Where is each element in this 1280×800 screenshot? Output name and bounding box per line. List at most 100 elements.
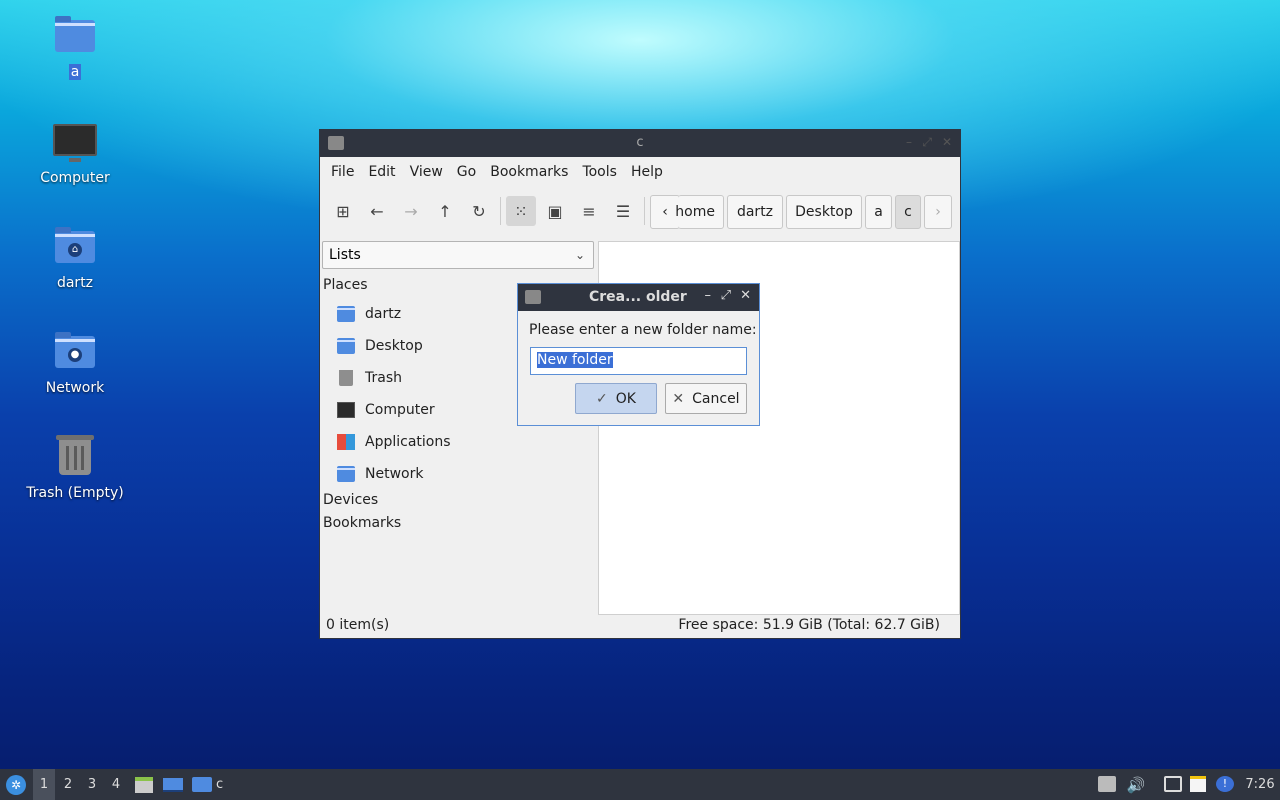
desktop-icon-dartz[interactable]: ⌂ dartz: [15, 225, 135, 291]
folder-icon: [525, 290, 541, 304]
window-titlebar[interactable]: c – ⤢ ✕: [320, 130, 960, 157]
path-crumb-a[interactable]: a: [865, 195, 892, 229]
desktop-icon-trash[interactable]: Trash (Empty): [15, 435, 135, 501]
applications-icon: [337, 434, 355, 450]
taskbar-window-c[interactable]: c: [192, 769, 232, 800]
desktop-icon-computer[interactable]: Computer: [15, 120, 135, 186]
start-menu-icon[interactable]: ✲: [4, 769, 28, 800]
back-icon[interactable]: ←: [362, 196, 392, 226]
dialog-title: Crea... older: [589, 289, 687, 305]
path-crumb-dartz[interactable]: dartz: [727, 195, 783, 229]
toolbar-separator: [500, 197, 501, 225]
workspace-3[interactable]: 3: [81, 769, 103, 800]
network-folder-icon: ●: [53, 330, 97, 374]
desktop-icon-label: Trash (Empty): [26, 485, 124, 501]
create-folder-dialog: Crea... older – ⤢ ✕ Please enter a new f…: [517, 283, 760, 426]
close-icon[interactable]: ✕: [942, 135, 952, 149]
desktop-icon-label: Network: [45, 380, 105, 396]
chevron-down-icon: ⌄: [574, 248, 585, 262]
trash-icon: [339, 370, 353, 386]
item-count: 0 item(s): [326, 617, 390, 633]
icon-view-icon[interactable]: ⁙: [506, 196, 536, 226]
menu-go[interactable]: Go: [450, 164, 483, 180]
taskbar: ✲ 1 2 3 4 c 🔊 ! 7:26: [0, 769, 1280, 800]
status-bar: 0 item(s) Free space: 51.9 GiB (Total: 6…: [320, 614, 960, 638]
place-network[interactable]: Network: [337, 463, 423, 485]
thumbnail-view-icon[interactable]: ▣: [540, 196, 570, 226]
place-dartz[interactable]: dartz: [337, 303, 401, 325]
close-icon: ✕: [672, 390, 685, 407]
maximize-icon[interactable]: ⤢: [922, 135, 932, 150]
taskbar-window-label: c: [216, 777, 224, 792]
toolbar-separator: [644, 197, 645, 225]
workspace-4[interactable]: 4: [105, 769, 127, 800]
dialog-prompt: Please enter a new folder name:: [529, 322, 757, 338]
clipboard-icon[interactable]: [1190, 776, 1206, 792]
volume-icon[interactable]: 🔊: [1126, 769, 1146, 800]
section-devices[interactable]: Devices: [323, 492, 378, 508]
ok-label: OK: [615, 390, 636, 407]
menu-bookmarks[interactable]: Bookmarks: [483, 164, 575, 180]
detailed-view-icon[interactable]: ☰: [608, 196, 638, 226]
path-crumb-home[interactable]: home: [675, 195, 724, 229]
forward-icon[interactable]: →: [396, 196, 426, 226]
path-crumb-desktop[interactable]: Desktop: [786, 195, 862, 229]
show-desktop-icon[interactable]: [162, 769, 184, 800]
workspace-2[interactable]: 2: [57, 769, 79, 800]
folder-icon: [53, 14, 97, 58]
network-icon[interactable]: [1164, 776, 1182, 792]
path-crumb-c[interactable]: c: [895, 195, 921, 229]
eject-icon[interactable]: [1098, 776, 1116, 792]
clock[interactable]: 7:26: [1240, 769, 1280, 800]
place-desktop[interactable]: Desktop: [337, 335, 423, 357]
desktop-icon-network[interactable]: ● Network: [15, 330, 135, 396]
menu-help[interactable]: Help: [624, 164, 670, 180]
section-places[interactable]: Places: [323, 277, 368, 293]
place-computer[interactable]: Computer: [337, 399, 435, 421]
check-icon: ✓: [596, 390, 608, 407]
window-title: c: [636, 135, 644, 150]
ok-button[interactable]: ✓ OK: [575, 383, 657, 414]
menu-edit[interactable]: Edit: [361, 164, 402, 180]
menu-tools[interactable]: Tools: [575, 164, 624, 180]
menu-view[interactable]: View: [403, 164, 450, 180]
desktop-icon-label: dartz: [56, 275, 94, 291]
desktop-icon-label: a: [68, 64, 82, 80]
notification-icon[interactable]: !: [1216, 776, 1234, 792]
place-applications[interactable]: Applications: [337, 431, 451, 453]
new-tab-icon[interactable]: ⊞: [328, 196, 358, 226]
folder-name-value: New folder: [537, 352, 613, 368]
home-folder-icon: [337, 306, 355, 322]
network-folder-icon: [337, 466, 355, 482]
folder-name-input[interactable]: New folder: [530, 347, 747, 375]
up-icon[interactable]: ↑: [430, 196, 460, 226]
section-bookmarks[interactable]: Bookmarks: [323, 515, 401, 531]
cancel-button[interactable]: ✕ Cancel: [665, 383, 747, 414]
side-pane-mode-select[interactable]: Lists ⌄: [322, 241, 594, 269]
minimize-icon[interactable]: –: [705, 288, 712, 303]
menu-bar: File Edit View Go Bookmarks Tools Help: [320, 157, 960, 187]
home-folder-icon: ⌂: [53, 225, 97, 269]
maximize-icon[interactable]: ⤢: [721, 288, 731, 303]
cancel-label: Cancel: [692, 390, 740, 407]
close-icon[interactable]: ✕: [740, 288, 751, 303]
desktop-icon-label: Computer: [40, 170, 110, 186]
compact-view-icon[interactable]: ≡: [574, 196, 604, 226]
desktop-folder-icon: [337, 338, 355, 354]
path-scroll-right-icon[interactable]: ›: [924, 195, 952, 229]
desktop-icon-a[interactable]: a: [15, 14, 135, 80]
reload-icon[interactable]: ↻: [464, 196, 494, 226]
file-manager-launcher-icon[interactable]: [134, 769, 154, 800]
workspace-1[interactable]: 1: [33, 769, 55, 800]
free-space: Free space: 51.9 GiB (Total: 62.7 GiB): [678, 617, 940, 633]
menu-file[interactable]: File: [324, 164, 361, 180]
side-pane-mode-value: Lists: [329, 247, 361, 263]
folder-icon: [192, 777, 212, 792]
computer-icon: [337, 402, 355, 418]
dialog-titlebar[interactable]: Crea... older – ⤢ ✕: [518, 284, 759, 311]
place-trash[interactable]: Trash: [337, 367, 402, 389]
minimize-icon[interactable]: –: [906, 135, 912, 149]
computer-icon: [53, 120, 97, 164]
trash-icon: [53, 435, 97, 479]
toolbar: ⊞ ← → ↑ ↻ ⁙ ▣ ≡ ☰ ‹ home dartz Desktop a…: [320, 187, 960, 235]
